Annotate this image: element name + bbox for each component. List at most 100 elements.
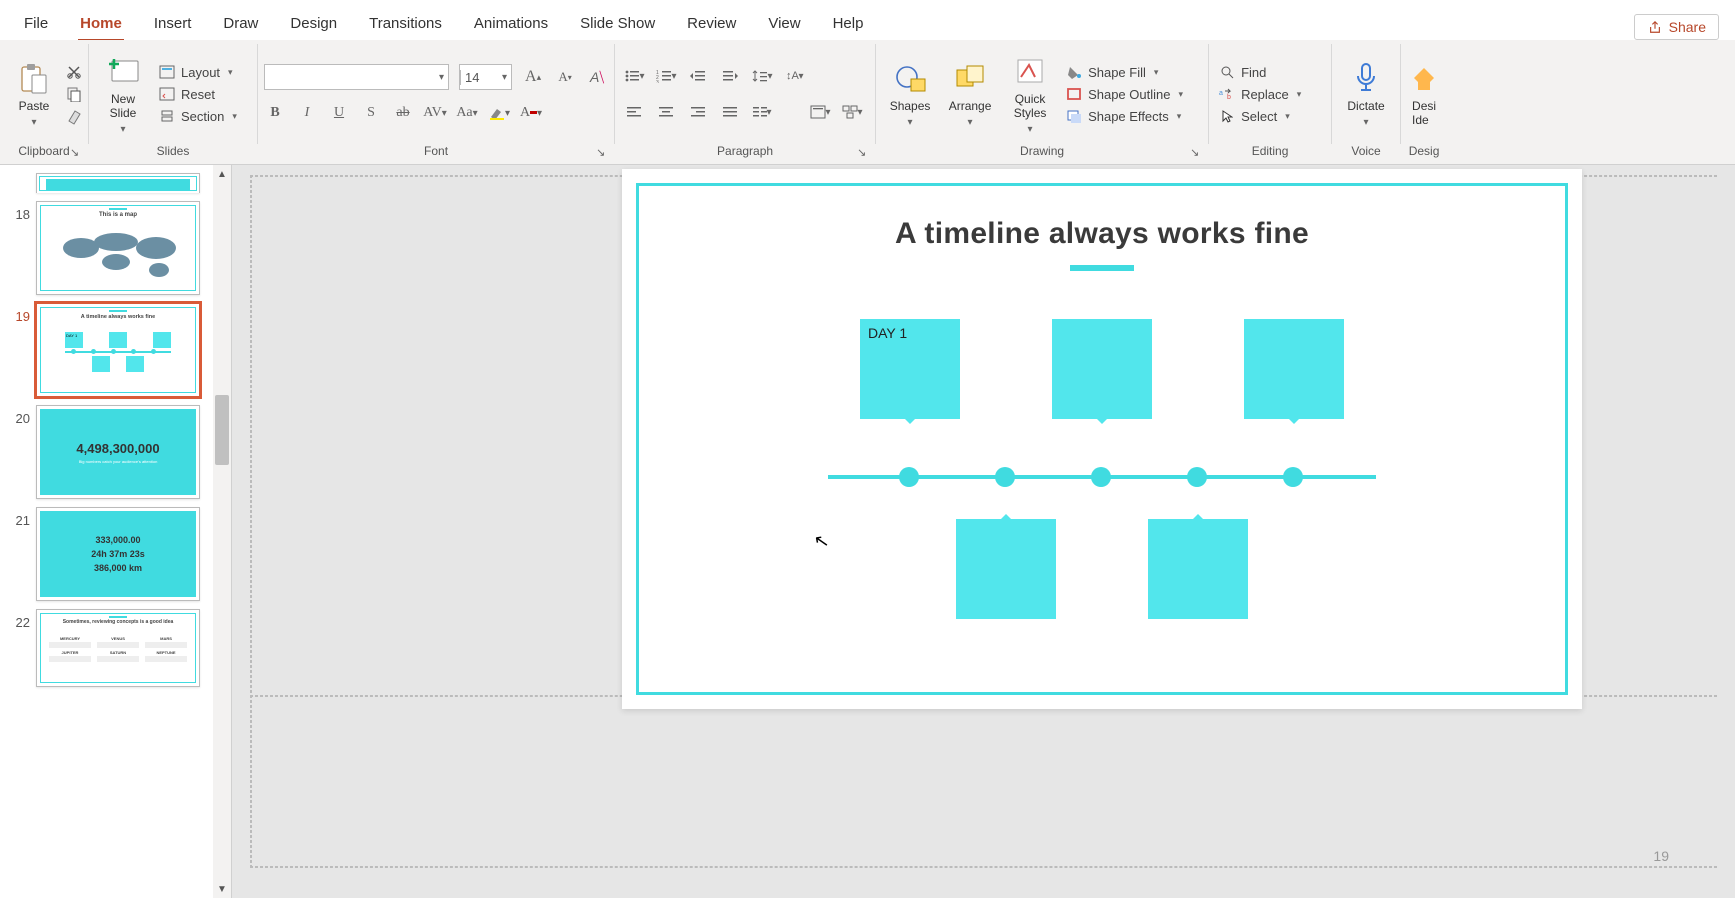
group-paragraph: ▾ 123▾ ▾ ↕A▾ ▾ ▾ ▾ Paragraph ↘ — [615, 40, 875, 164]
slide-canvas-area[interactable]: A timeline always works fine DAY 1 — [232, 165, 1735, 898]
increase-indent-icon[interactable] — [717, 65, 743, 87]
replace-button[interactable]: ab Replace▾ — [1215, 86, 1325, 102]
font-launcher-icon[interactable]: ↘ — [596, 146, 610, 160]
callout-label[interactable]: DAY 1 — [868, 325, 907, 341]
shape-outline-button[interactable]: Shape Outline▾ — [1062, 86, 1202, 102]
format-painter-icon[interactable] — [66, 108, 82, 124]
timeline-dot[interactable] — [899, 467, 919, 487]
bold-icon[interactable]: B — [264, 102, 286, 124]
shape-effects-button[interactable]: Shape Effects▾ — [1062, 108, 1202, 124]
paragraph-launcher-icon[interactable]: ↘ — [857, 146, 871, 160]
layout-button[interactable]: Layout ▾ — [155, 64, 251, 80]
increase-font-icon[interactable]: A▴ — [522, 66, 544, 88]
tab-draw[interactable]: Draw — [207, 7, 274, 40]
font-size-combo[interactable]: ▾ — [459, 64, 512, 90]
new-slide-button[interactable]: New Slide ▾ — [95, 49, 151, 139]
decrease-font-icon[interactable]: A▾ — [554, 66, 576, 88]
slide-thumb[interactable]: 22 Sometimes, reviewing concepts is a go… — [0, 605, 213, 691]
font-color-icon[interactable]: A▾ — [520, 102, 542, 124]
shapes-button[interactable]: Shapes▾ — [882, 49, 938, 139]
italic-icon[interactable]: I — [296, 102, 318, 124]
change-case-icon[interactable]: Aa▾ — [456, 102, 478, 124]
timeline-callout-bottom[interactable] — [956, 519, 1056, 619]
tab-file[interactable]: File — [8, 7, 64, 40]
clear-formatting-icon[interactable]: A⧹ — [586, 66, 608, 88]
section-button[interactable]: Section ▾ — [155, 108, 251, 124]
columns-icon[interactable]: ▾ — [749, 101, 775, 123]
drawing-launcher-icon[interactable]: ↘ — [1190, 146, 1204, 160]
reset-button[interactable]: Reset — [155, 86, 251, 102]
align-right-icon[interactable] — [685, 101, 711, 123]
shadow-icon[interactable]: S — [360, 102, 382, 124]
replace-icon: ab — [1219, 86, 1235, 102]
tab-insert[interactable]: Insert — [138, 7, 208, 40]
slide-thumb[interactable] — [0, 169, 213, 197]
align-text-icon[interactable]: ▾ — [807, 101, 833, 123]
align-left-icon[interactable] — [621, 101, 647, 123]
share-button[interactable]: Share — [1634, 14, 1719, 40]
quick-styles-button[interactable]: Quick Styles▾ — [1002, 49, 1058, 139]
scroll-down-icon[interactable]: ▼ — [213, 880, 231, 898]
font-name-dropdown-icon[interactable]: ▾ — [435, 72, 448, 83]
design-ideas-button[interactable]: Desi Ide — [1407, 49, 1441, 139]
slide-thumb[interactable]: 20 4,498,300,000 Big numbers catch your … — [0, 401, 213, 503]
tab-design[interactable]: Design — [274, 7, 353, 40]
strike-icon[interactable]: ab — [392, 102, 414, 124]
highlight-icon[interactable]: ▾ — [488, 102, 510, 124]
text-direction-icon[interactable]: ↕A▾ — [781, 65, 807, 87]
tab-home[interactable]: Home — [64, 7, 138, 40]
slide[interactable]: A timeline always works fine DAY 1 — [622, 169, 1582, 709]
copy-icon[interactable] — [66, 86, 82, 102]
layout-dropdown-icon[interactable]: ▾ — [228, 67, 233, 78]
font-size-dropdown-icon[interactable]: ▾ — [498, 72, 511, 83]
align-center-icon[interactable] — [653, 101, 679, 123]
dictate-button[interactable]: Dictate▾ — [1338, 49, 1394, 139]
slide-thumb[interactable]: 18 This is a map — [0, 197, 213, 299]
shape-fill-button[interactable]: Shape Fill▾ — [1062, 64, 1202, 80]
tab-review[interactable]: Review — [671, 7, 752, 40]
tab-animations[interactable]: Animations — [458, 7, 564, 40]
select-button[interactable]: Select▾ — [1215, 108, 1325, 124]
scroll-up-icon[interactable]: ▲ — [213, 165, 231, 183]
font-name-combo[interactable]: ▾ — [264, 64, 449, 90]
paste-button[interactable]: Paste ▾ — [6, 49, 62, 139]
slide-thumb[interactable]: 21 333,000.00 24h 37m 23s 386,000 km — [0, 503, 213, 605]
smartart-icon[interactable]: ▾ — [839, 101, 865, 123]
group-editing-label: Editing — [1215, 144, 1325, 162]
font-size-input[interactable] — [460, 70, 498, 85]
scrollbar-thumb[interactable] — [215, 395, 229, 465]
thumb-scrollbar[interactable]: ▲ ▼ — [213, 165, 231, 898]
timeline-dot[interactable] — [1187, 467, 1207, 487]
new-slide-dropdown-icon[interactable]: ▾ — [120, 124, 125, 135]
decrease-indent-icon[interactable] — [685, 65, 711, 87]
timeline[interactable]: DAY 1 ↖ — [622, 319, 1582, 679]
paste-label: Paste — [19, 99, 50, 113]
numbering-icon[interactable]: 123▾ — [653, 65, 679, 87]
char-spacing-icon[interactable]: AV▾ — [424, 102, 446, 124]
timeline-callout-top[interactable] — [1244, 319, 1344, 419]
arrange-icon — [953, 61, 987, 95]
clipboard-launcher-icon[interactable]: ↘ — [70, 146, 84, 160]
tab-view[interactable]: View — [752, 7, 816, 40]
paste-dropdown-icon[interactable]: ▾ — [31, 117, 36, 128]
cut-icon[interactable] — [66, 64, 82, 80]
timeline-callout-top[interactable]: DAY 1 — [860, 319, 960, 419]
timeline-dot[interactable] — [1283, 467, 1303, 487]
tab-help[interactable]: Help — [817, 7, 880, 40]
font-name-input[interactable] — [265, 70, 435, 85]
arrange-button[interactable]: Arrange▾ — [942, 49, 998, 139]
find-button[interactable]: Find — [1215, 64, 1325, 80]
bullets-icon[interactable]: ▾ — [621, 65, 647, 87]
timeline-dot[interactable] — [995, 467, 1015, 487]
section-dropdown-icon[interactable]: ▾ — [232, 111, 237, 122]
tab-transitions[interactable]: Transitions — [353, 7, 458, 40]
line-spacing-icon[interactable]: ▾ — [749, 65, 775, 87]
tab-slide-show[interactable]: Slide Show — [564, 7, 671, 40]
timeline-dot[interactable] — [1091, 467, 1111, 487]
underline-icon[interactable]: U — [328, 102, 350, 124]
slide-title[interactable]: A timeline always works fine — [622, 217, 1582, 251]
timeline-callout-top[interactable] — [1052, 319, 1152, 419]
slide-thumb-selected[interactable]: 19 A timeline always works fine DAY 1 — [0, 299, 213, 401]
timeline-callout-bottom[interactable] — [1148, 519, 1248, 619]
justify-icon[interactable] — [717, 101, 743, 123]
